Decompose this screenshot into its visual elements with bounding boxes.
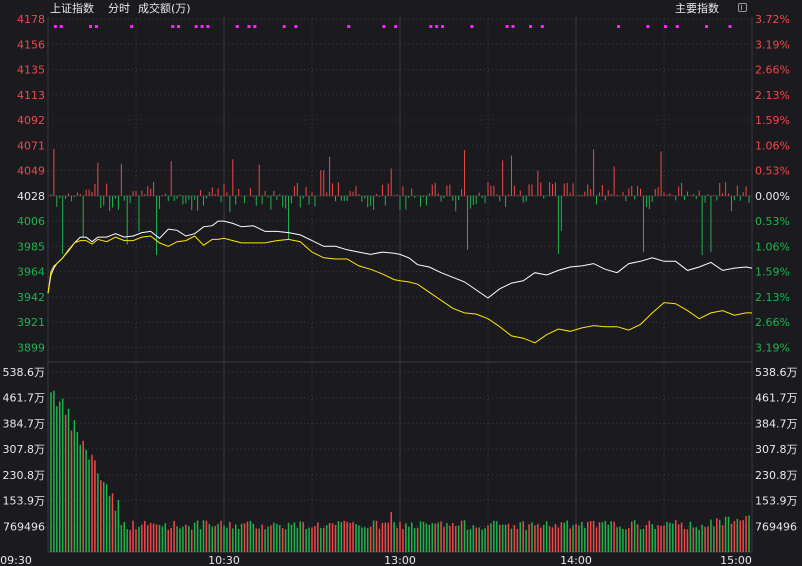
volume-tick-label-right: 769496 [755, 520, 797, 533]
volume-tick-label: 384.7万 [3, 417, 46, 430]
event-marker [130, 25, 134, 28]
price-tick-label: 4006 [17, 215, 45, 228]
pct-tick-label: 1.59% [755, 266, 790, 279]
pct-tick-label: 2.13% [755, 89, 790, 102]
pct-tick-label: 3.19% [755, 341, 790, 354]
price-tick-label: 4178 [17, 13, 45, 26]
event-marker [675, 25, 679, 28]
axis-labels: 4178 3.72% 4156 3.19% 4135 2.66% 4113 2.13% 4092… [0, 13, 797, 566]
pct-tick-label: 1.06% [755, 139, 790, 152]
time-tick-label: 10:30 [208, 554, 240, 566]
event-marker [441, 25, 445, 28]
pct-tick-label: 2.66% [755, 64, 790, 77]
volume-tick-label: 538.6万 [3, 366, 46, 379]
pct-tick-label: 0.53% [755, 165, 790, 178]
event-marker [194, 25, 198, 28]
volume-tick-label-right: 230.8万 [755, 469, 798, 482]
volume-tick-label-right: 307.8万 [755, 443, 798, 456]
volume-tick-label: 230.8万 [3, 469, 46, 482]
price-tick-label: 3899 [17, 341, 45, 354]
event-marker [505, 25, 509, 28]
price-tick-label: 4092 [17, 114, 45, 127]
event-marker [664, 25, 667, 28]
event-marker [53, 25, 57, 28]
mode-tab[interactable]: 分时 [108, 1, 130, 17]
index-name[interactable]: 上证指数 [50, 1, 94, 17]
event-marker [253, 25, 257, 28]
event-marker [540, 25, 544, 28]
price-tick-label: 4049 [17, 165, 45, 178]
price-tick-label: 4113 [17, 89, 45, 102]
event-marker [728, 25, 732, 28]
event-marker [347, 25, 351, 28]
event-marker [247, 25, 251, 28]
event-marker [435, 25, 439, 28]
price-tick-label: 3985 [17, 240, 45, 253]
volume-tick-label-right: 153.9万 [755, 495, 798, 508]
event-marker [382, 25, 386, 28]
time-tick-label: 09:30 [0, 554, 32, 566]
event-marker [171, 25, 175, 28]
pct-tick-label: 0.53% [755, 215, 790, 228]
event-marker [394, 25, 398, 28]
volume-tick-label: 307.8万 [3, 443, 46, 456]
pct-tick-label: 2.13% [755, 291, 790, 304]
panel-toggle-icon[interactable] [738, 3, 747, 12]
event-markers [53, 25, 732, 28]
pct-tick-label: 1.06% [755, 240, 790, 253]
price-tick-label: 4156 [17, 38, 45, 51]
volume-tick-label-right: 461.7万 [755, 392, 798, 405]
price-tick-label: 3964 [17, 266, 45, 279]
pct-tick-label: 3.19% [755, 38, 790, 51]
main-index-button[interactable]: 主要指数 [675, 1, 719, 17]
event-marker [282, 25, 286, 28]
price-tick-label: 4135 [17, 64, 45, 77]
event-marker [511, 25, 515, 28]
event-marker [235, 25, 239, 28]
volume-tick-label: 461.7万 [3, 392, 46, 405]
volume-label: 成交额(万) [138, 2, 191, 15]
event-marker [646, 25, 650, 28]
event-marker [429, 25, 433, 28]
grid-lines [47, 17, 753, 553]
time-tick-label: 13:00 [384, 554, 416, 566]
event-marker [705, 25, 709, 28]
volume-tick-label-right: 538.6万 [755, 366, 798, 379]
event-marker [89, 25, 93, 28]
event-marker [470, 25, 474, 28]
event-marker [94, 25, 98, 28]
pct-tick-label: 2.66% [755, 316, 790, 329]
event-marker [200, 25, 204, 28]
event-marker [59, 25, 63, 28]
time-tick-label: 15:00 [720, 554, 752, 566]
pct-tick-label: 3.72% [755, 13, 790, 26]
price-tick-label: 3942 [17, 291, 45, 304]
time-tick-label: 14:00 [560, 554, 592, 566]
pct-tick-label: 0.00% [755, 190, 790, 203]
intraday-chart: 4178 3.72% 4156 3.19% 4135 2.66% 4113 2.13% 4092… [0, 13, 797, 566]
pct-tick-label: 1.59% [755, 114, 790, 127]
price-tick-label: 4071 [17, 139, 45, 152]
volume-tick-label: 769496 [3, 520, 45, 533]
event-marker [206, 25, 210, 28]
event-marker [529, 25, 533, 28]
price-tick-label: 3921 [17, 316, 45, 329]
event-marker [617, 25, 621, 28]
volume-tick-label: 153.9万 [3, 495, 46, 508]
event-marker [177, 25, 181, 28]
price-tick-label: 4028 [17, 190, 45, 203]
volume-tick-label-right: 384.7万 [755, 417, 798, 430]
event-marker [294, 25, 298, 28]
